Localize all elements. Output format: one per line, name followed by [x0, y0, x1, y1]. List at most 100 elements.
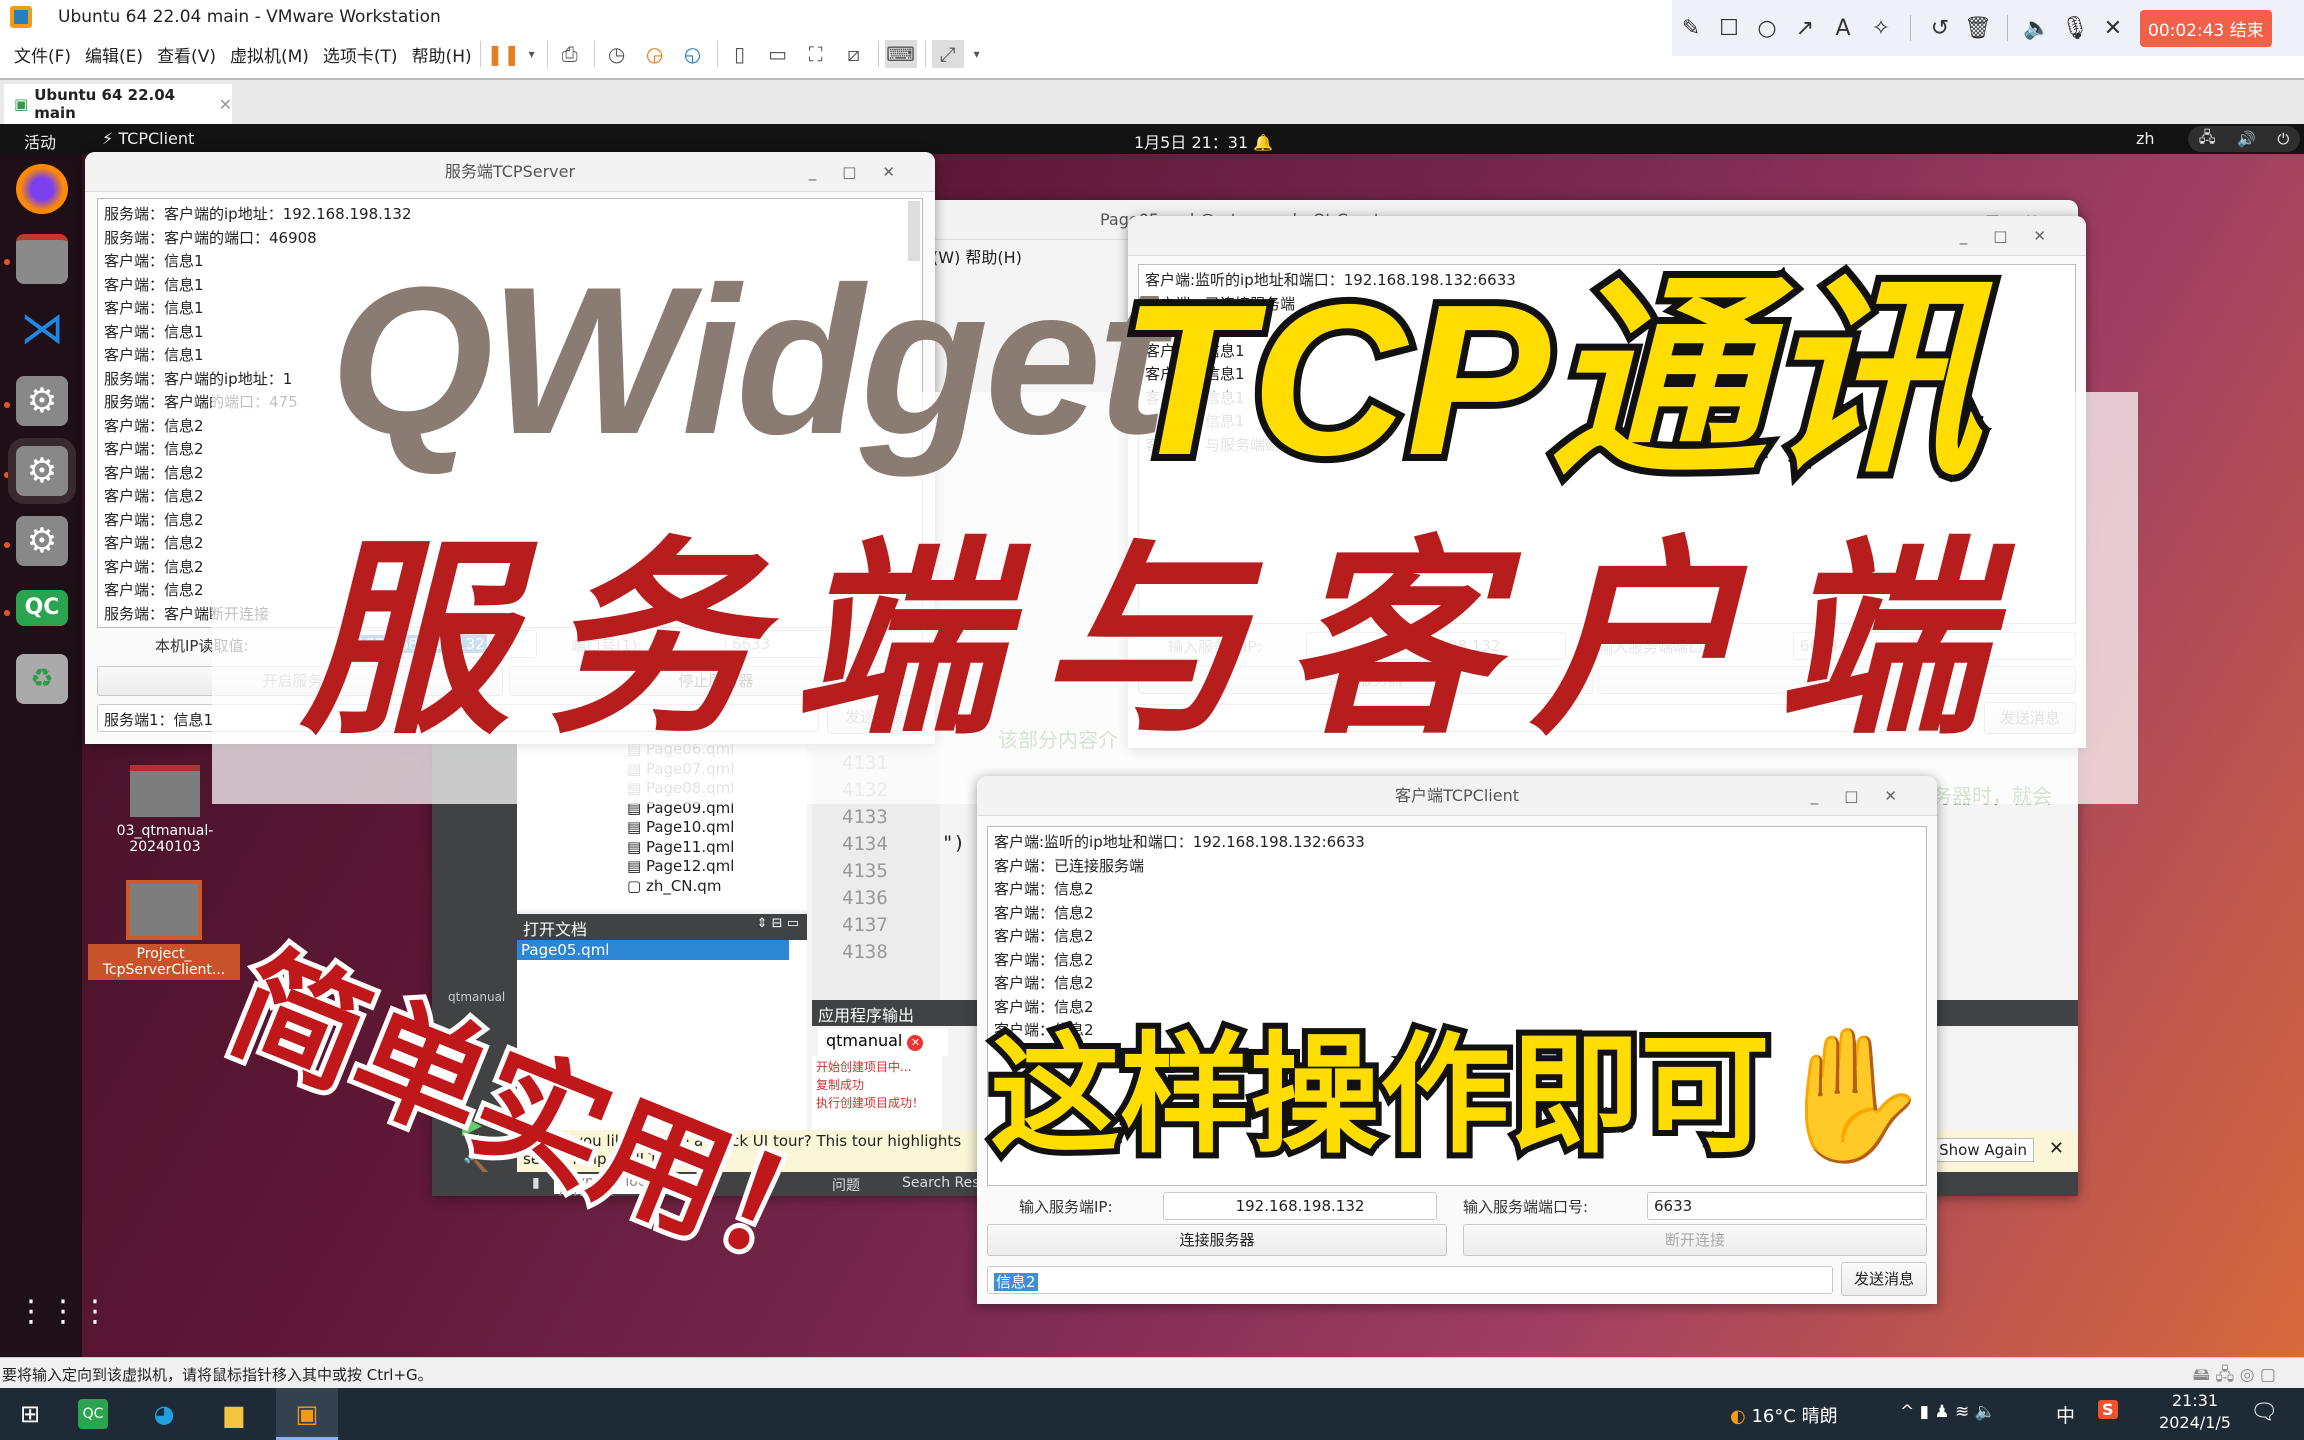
device-icons[interactable]: 🖴 🖧 ◎ ▢ [2193, 1362, 2276, 1391]
text-icon[interactable]: A [1824, 16, 1862, 41]
app-output-tab[interactable]: qtmanual ✕ [818, 1028, 948, 1056]
qml-file-icon: ▤ [627, 857, 646, 875]
ime-indicator[interactable]: 中 [2056, 1401, 2075, 1428]
vmware-taskbar-icon[interactable]: ▣ [276, 1388, 338, 1440]
settings-icon[interactable]: ⚙ [16, 376, 68, 426]
disconnect-button[interactable]: 断开连接 [1463, 1224, 1927, 1256]
notification-icon[interactable]: 🗨 [2250, 1400, 2278, 1425]
app-name: TCPClient [118, 129, 195, 148]
app-menu[interactable]: ⚡ TCPClient [102, 129, 194, 148]
send-message-button[interactable]: 发送消息 [1841, 1262, 1927, 1296]
files-icon[interactable] [16, 234, 68, 284]
snapshot-manager-icon[interactable]: ◵ [677, 40, 709, 68]
weather-widget[interactable]: ◐ 16°C 晴朗 [1730, 1402, 1838, 1428]
menu-file[interactable]: 文件(F) [14, 42, 71, 67]
app-icon: ⚡ [102, 129, 119, 148]
edge-icon[interactable]: ◕ [144, 1396, 184, 1432]
menu-help[interactable]: 帮助(H) [412, 42, 472, 67]
show-apps-icon[interactable]: ⋮⋮⋮ [16, 1294, 110, 1344]
dropdown-icon[interactable]: ▾ [970, 40, 984, 68]
send-keys-icon[interactable]: ⎙ [554, 40, 586, 68]
pencil-icon[interactable]: ✎ [1672, 16, 1710, 41]
run-icon[interactable]: ▶ [462, 1110, 482, 1140]
firefox-icon[interactable] [16, 164, 68, 214]
client-log[interactable]: 客户端:监听的ip地址和端口：192.168.198.132:6633 客户端：… [987, 826, 1927, 1186]
qtcreator-icon[interactable]: QC [16, 590, 68, 626]
input-method[interactable]: zh [2136, 129, 2155, 148]
settings-icon-active[interactable]: ⚙ [16, 446, 68, 496]
pause-icon[interactable]: ❚❚ [487, 40, 521, 68]
toggle-sidebar-icon[interactable]: ▮ [532, 1175, 540, 1191]
dropdown-icon[interactable]: ▾ [525, 40, 539, 68]
server-port-input[interactable]: 6633 [1647, 1192, 1927, 1220]
file-item[interactable]: ▤ Page10.qml [627, 818, 734, 838]
qtcreator-taskbar-icon[interactable]: QC [78, 1399, 108, 1429]
stretch-icon[interactable]: ⤢ [931, 40, 964, 68]
system-tray[interactable]: 🖧 🔊 ⏻ [2188, 126, 2300, 152]
file-item[interactable]: ▢ zh_CN.qm [627, 877, 734, 897]
desktop-icon-selected[interactable]: Project_ TcpServerClient... [88, 880, 240, 980]
divider [1910, 15, 1911, 41]
circle-icon[interactable]: ○ [1748, 16, 1786, 41]
split-icon[interactable]: ⇕ ⊟ ▭ [757, 916, 799, 931]
line-number: 4136 [842, 887, 888, 909]
open-doc-item-selected[interactable]: Page05.qml [517, 940, 789, 960]
log-line: 客户端：已连接服务端 [1145, 294, 1296, 313]
file-explorer-icon[interactable]: ▆ [214, 1396, 254, 1432]
clock[interactable]: 1月5日 21：31 🔔 [1134, 129, 1273, 153]
undo-icon[interactable]: ↺ [1921, 16, 1959, 41]
close-output-icon[interactable]: ✕ [907, 1035, 924, 1051]
settings-icon[interactable]: ⚙ [16, 516, 68, 566]
magic-wand-icon[interactable]: ✧ [1862, 16, 1900, 41]
snapshot-icon[interactable]: ◷ [601, 40, 633, 68]
menu-vm[interactable]: 虚拟机(M) [230, 42, 309, 67]
menu-view[interactable]: 查看(V) [157, 42, 216, 67]
vscode-icon[interactable]: ⋊ [16, 304, 68, 354]
rectangle-icon[interactable]: ☐ [1710, 16, 1748, 41]
log-line: 客户端：信息1 [1145, 318, 1245, 336]
end-recording-button[interactable]: 00:02:43 结束 [2140, 9, 2272, 47]
locate-input[interactable]: ⌕ Type to locate (Ctrl+K) [554, 1174, 714, 1196]
revert-snapshot-icon[interactable]: ◶ [639, 40, 671, 68]
vm-tab-label: Ubuntu 64 22.04 main [34, 86, 176, 122]
connect-server-button[interactable]: 连接服务器 [987, 1224, 1447, 1256]
server-ip-input[interactable]: 192.168.198.132 [1163, 1192, 1437, 1220]
console-icon[interactable]: ⌨ [884, 40, 917, 68]
fullscreen-icon[interactable]: ⛶ [800, 40, 832, 68]
window-controls[interactable]: _□✕ [1960, 216, 2072, 256]
sogou-icon[interactable]: S [2098, 1400, 2118, 1419]
log-scrollbar[interactable] [908, 201, 920, 261]
menu-tabs[interactable]: 选项卡(T) [323, 42, 398, 67]
file-item[interactable]: ▤ Page11.qml [627, 838, 734, 858]
taskbar-clock[interactable]: 21:31 2024/1/5 [2150, 1390, 2240, 1434]
close-tab-icon[interactable]: ✕ [219, 95, 232, 114]
line-number: 4134 [842, 833, 888, 855]
vm-tab[interactable]: ▣ Ubuntu 64 22.04 main ✕ [4, 84, 232, 124]
line-number: 4133 [842, 806, 888, 828]
microphone-icon[interactable]: 🎙 [2056, 16, 2094, 41]
log-line: 服务端：客户端的ip地址：192.168.198.132 [104, 205, 412, 223]
windows-start-icon[interactable]: ⊞ [10, 1396, 50, 1432]
message-input[interactable]: 信息2 [987, 1266, 1833, 1294]
qtcreator-menu[interactable]: (W) 帮助(H) [932, 244, 1022, 268]
trash-icon[interactable]: 🗑 [1959, 16, 1997, 41]
library-view-icon[interactable]: ▯ [724, 40, 756, 68]
log-line: 客户端:监听的ip地址和端口：192.168.198.132:6633 [1145, 271, 1516, 289]
speaker-icon[interactable]: 🔈 [2018, 16, 2056, 41]
thumbnail-view-icon[interactable]: ▭ [762, 40, 794, 68]
issues-tab[interactable]: 问题 [832, 1175, 860, 1195]
activities-button[interactable]: 活动 [24, 129, 56, 153]
file-item[interactable]: ▤ Page12.qml [627, 857, 734, 877]
close-banner-icon[interactable]: ✕ [2049, 1138, 2064, 1159]
show-again-button[interactable]: Show Again [1932, 1138, 2034, 1162]
vm-tab-bar: ▣ Ubuntu 64 22.04 main ✕ [0, 78, 2304, 124]
close-icon[interactable]: ✕ [2094, 16, 2132, 41]
unity-icon[interactable]: ⧄ [838, 40, 870, 68]
window-controls[interactable]: _□✕ [1811, 776, 1923, 816]
tray-icons[interactable]: ^ ▮ ♟ ≋ 🔈 [1900, 1402, 1996, 1422]
arrow-icon[interactable]: ↗ [1786, 16, 1824, 41]
desktop-icon[interactable]: 03_qtmanual- 20240103 [110, 765, 220, 855]
trash-icon[interactable]: ♻ [16, 654, 68, 704]
menu-edit[interactable]: 编辑(E) [85, 42, 143, 67]
window-controls[interactable]: _□✕ [809, 152, 921, 192]
